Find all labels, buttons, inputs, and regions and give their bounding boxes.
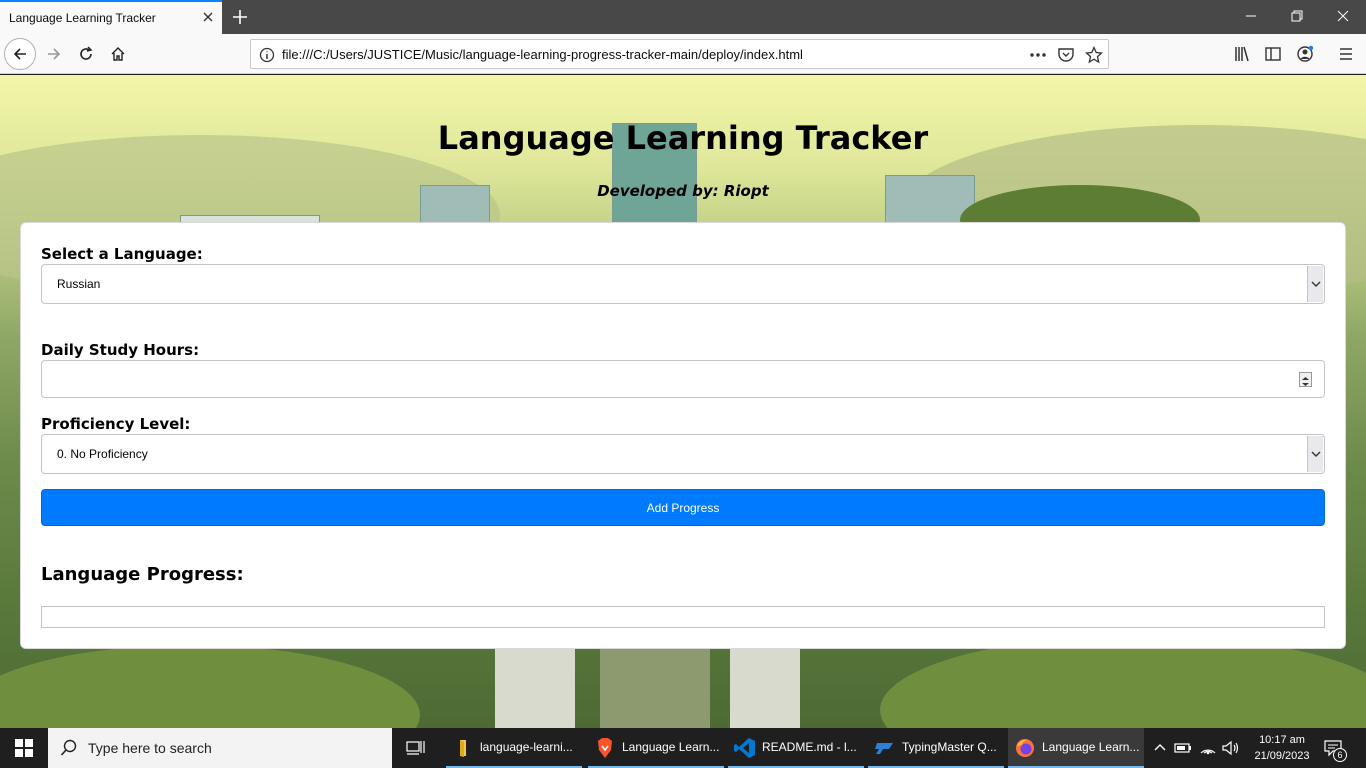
battery-icon[interactable] <box>1173 738 1193 758</box>
language-select-value: Russian <box>57 277 101 291</box>
proficiency-label: Proficiency Level: <box>41 415 191 433</box>
firefox-icon <box>1016 739 1034 757</box>
hours-input[interactable] <box>41 360 1325 398</box>
minimize-button[interactable] <box>1228 0 1274 32</box>
search-icon <box>60 739 77 756</box>
reload-button[interactable] <box>70 38 102 70</box>
bookmark-star-icon[interactable] <box>1085 46 1103 64</box>
library-icon[interactable] <box>1233 45 1251 63</box>
page-subtitle: Developed by: Riopt <box>597 182 769 200</box>
progress-list <box>41 606 1325 628</box>
navigation-toolbar: file:///C:/Users/JUSTICE/Music/language-… <box>0 34 1366 74</box>
search-placeholder: Type here to search <box>88 740 212 756</box>
taskbar-app-label: Language Learn... <box>622 740 720 754</box>
typingmaster-icon <box>875 743 893 754</box>
chevron-down-icon[interactable] <box>1307 266 1323 302</box>
wifi-icon[interactable] <box>1198 738 1218 758</box>
tab-strip: Language Learning Tracker <box>0 0 1366 34</box>
account-icon[interactable] <box>1296 45 1314 63</box>
url-text[interactable]: file:///C:/Users/JUSTICE/Music/language-… <box>282 47 803 62</box>
tab-title: Language Learning Tracker <box>9 11 156 25</box>
background-road <box>495 649 575 728</box>
forward-button[interactable] <box>38 38 70 70</box>
address-bar[interactable]: file:///C:/Users/JUSTICE/Music/language-… <box>250 39 1109 69</box>
taskbar-app-label: README.md - l... <box>762 740 857 754</box>
page-actions-icon[interactable] <box>1029 46 1047 64</box>
home-icon <box>111 47 125 61</box>
page-title: Language Learning Tracker <box>437 119 929 157</box>
windows-taskbar: Type here to search language-learni... L… <box>0 728 1366 768</box>
clock-date: 21/09/2023 <box>1254 750 1310 762</box>
tracker-form-card: Select a Language: Russian Daily Study H… <box>20 222 1346 649</box>
sidebar-icon[interactable] <box>1264 45 1282 63</box>
taskbar-app-vscode[interactable]: README.md - l... <box>728 728 864 768</box>
menu-icon[interactable] <box>1337 45 1355 63</box>
new-tab-icon[interactable] <box>230 7 250 27</box>
taskbar-app-firefox[interactable]: Language Learn... <box>1008 728 1144 768</box>
minimize-icon <box>1246 15 1256 17</box>
chevron-down-icon[interactable] <box>1307 436 1323 472</box>
taskbar-app-explorer[interactable]: language-learni... <box>446 728 582 768</box>
background-road <box>730 649 800 728</box>
notification-count-badge: 6 <box>1333 748 1347 762</box>
close-icon <box>1337 10 1349 22</box>
arrow-left-icon <box>13 48 26 60</box>
reload-icon <box>80 46 93 60</box>
info-icon[interactable] <box>258 46 276 64</box>
proficiency-select[interactable]: 0. No Proficiency <box>41 434 1325 474</box>
folder-icon <box>460 740 466 757</box>
hours-label: Daily Study Hours: <box>41 341 200 359</box>
clock-time: 10:17 am <box>1259 734 1305 746</box>
restore-button[interactable] <box>1274 0 1320 32</box>
close-window-button[interactable] <box>1320 0 1366 32</box>
chevron-up-icon[interactable] <box>1150 738 1170 758</box>
start-button[interactable] <box>0 728 48 768</box>
taskbar-app-label: language-learni... <box>480 740 573 754</box>
taskbar-app-brave[interactable]: Language Learn... <box>588 728 724 768</box>
browser-tab[interactable]: Language Learning Tracker <box>0 0 222 34</box>
taskbar-app-label: Language Learn... <box>1042 740 1140 754</box>
close-tab-icon[interactable] <box>200 9 216 25</box>
taskbar-app-label: TypingMaster Q... <box>902 740 997 754</box>
volume-icon[interactable] <box>1221 738 1241 758</box>
back-button[interactable] <box>4 38 36 70</box>
home-button[interactable] <box>102 38 134 70</box>
windows-logo-icon <box>15 739 33 757</box>
taskbar-search-box[interactable]: Type here to search <box>48 728 392 768</box>
number-spinner-icon[interactable] <box>1299 372 1312 387</box>
taskbar-clock[interactable]: 10:17 am 21/09/2023 <box>1246 732 1318 764</box>
brave-icon <box>598 738 612 758</box>
task-view-icon[interactable] <box>406 738 426 758</box>
arrow-right-icon <box>48 48 61 60</box>
taskbar-app-typingmaster[interactable]: TypingMaster Q... <box>868 728 1004 768</box>
vscode-icon <box>734 738 755 758</box>
restore-icon <box>1291 10 1303 22</box>
language-select[interactable]: Russian <box>41 264 1325 304</box>
proficiency-select-value: 0. No Proficiency <box>57 447 148 461</box>
background-road <box>600 649 710 728</box>
add-progress-button[interactable]: Add Progress <box>41 489 1325 526</box>
page-viewport: Language Learning Tracker Developed by: … <box>0 75 1366 728</box>
pocket-icon[interactable] <box>1057 46 1075 64</box>
background-bush <box>0 645 420 728</box>
progress-heading: Language Progress: <box>41 564 244 585</box>
language-label: Select a Language: <box>41 245 203 263</box>
